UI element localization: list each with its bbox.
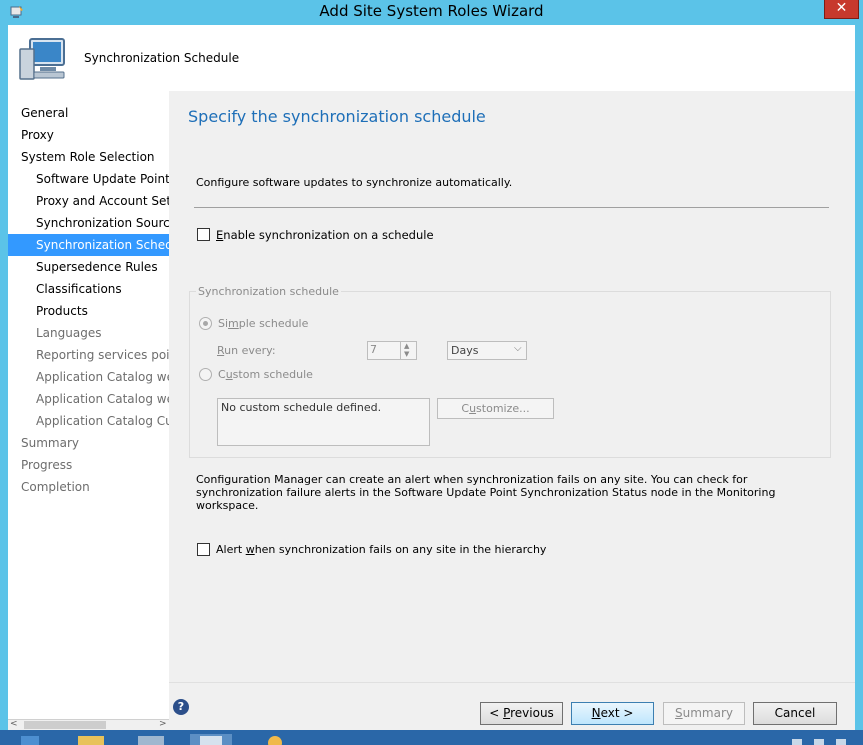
scrollbar-thumb[interactable] [24,721,106,729]
step-proxy-account-settings[interactable]: Proxy and Account Settin [8,190,169,212]
step-synchronization-schedule[interactable]: Synchronization Schedule [8,234,169,256]
customize-button: Customize... [437,398,554,419]
custom-schedule-text: No custom schedule defined. [221,401,382,414]
run-every-unit-select: Days ⌵ [447,341,527,360]
page-heading: Specify the synchronization schedule [188,107,486,126]
run-every-value: 7 [370,343,377,356]
step-proxy[interactable]: Proxy [8,124,169,146]
console-icon[interactable] [136,734,166,745]
scroll-left-icon[interactable]: < [10,719,18,729]
divider [194,207,829,208]
alert-on-failure-checkbox[interactable] [197,543,210,556]
step-reporting-services-point: Reporting services point [36,348,169,362]
step-languages: Languages [36,326,102,340]
previous-button[interactable]: < Previous [480,702,563,725]
sidebar-horizontal-scrollbar[interactable]: < > [8,719,169,730]
enable-schedule-checkbox[interactable] [197,228,210,241]
step-software-update-point[interactable]: Software Update Point [8,168,169,190]
simple-schedule-radio [199,317,212,330]
computer-wizard-icon [19,38,65,80]
step-synchronization-source[interactable]: Synchronization Source [8,212,169,234]
close-icon: ✕ [835,0,848,16]
taskbar [0,730,863,745]
custom-schedule-label: Custom schedule [218,368,313,381]
step-summary: Summary [21,436,79,450]
step-application-catalog-web: Application Catalog web [36,370,169,384]
intro-text: Configure software updates to synchroniz… [196,176,513,189]
tray-icons[interactable] [790,734,850,745]
step-completion: Completion [21,480,90,494]
wizard-step-list: General Proxy System Role Selection Soft… [8,91,169,719]
help-icon[interactable]: ? [173,699,189,715]
step-application-catalog-website: Application Catalog webs [36,392,169,406]
cancel-button[interactable]: Cancel [753,702,837,725]
step-progress: Progress [21,458,73,472]
summary-button: Summary [663,702,745,725]
header-title: Synchronization Schedule [84,51,240,65]
custom-schedule-radio [199,368,212,381]
paint-icon[interactable] [258,734,292,745]
wizard-frame: Synchronization Schedule General Proxy S… [8,25,855,730]
run-every-label: Run every: [217,344,276,357]
custom-schedule-textbox: No custom schedule defined. [217,398,430,446]
run-every-stepper: 7 ▲ ▼ [367,341,417,360]
folder-icon[interactable] [76,734,106,745]
alert-description: Configuration Manager can create an aler… [196,473,776,512]
window-title: Add Site System Roles Wizard [319,2,544,20]
enable-schedule-label[interactable]: Enable synchronization on a schedule [216,228,434,242]
next-button[interactable]: Next > [571,702,654,725]
simple-schedule-label: Simple schedule [218,317,309,330]
group-title: Synchronization schedule [196,285,341,298]
wizard-button-bar: ? < Previous Next > Summary Cancel [169,682,855,730]
step-general[interactable]: General [8,102,169,124]
close-button[interactable]: ✕ [824,0,859,19]
step-supersedence-rules[interactable]: Supersedence Rules [8,256,169,278]
chevron-down-icon: ▼ [404,350,410,358]
config-manager-icon[interactable] [190,734,232,745]
chevron-up-icon: ▲ [404,342,410,350]
scroll-right-icon[interactable]: > [159,719,167,729]
step-classifications[interactable]: Classifications [8,278,169,300]
run-every-unit-value: Days [451,344,479,357]
step-products[interactable]: Products [8,300,169,322]
alert-on-failure-label[interactable]: Alert when synchronization fails on any … [216,543,546,556]
step-application-catalog-customization: Application Catalog Cust [36,414,169,428]
title-bar: Add Site System Roles Wizard ✕ [0,0,863,25]
wizard-header: Synchronization Schedule [8,25,855,91]
server-manager-icon[interactable] [18,734,42,745]
wizard-page: Specify the synchronization schedule Con… [169,91,855,682]
step-system-role-selection[interactable]: System Role Selection [8,146,169,168]
dropdown-chevron-icon: ⌵ [514,343,522,354]
